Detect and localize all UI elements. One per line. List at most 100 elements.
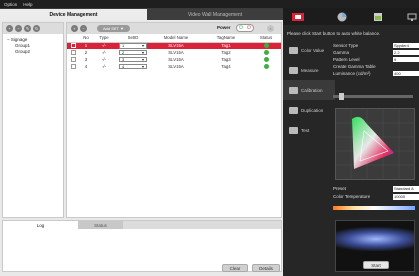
row-checkbox[interactable] <box>70 57 76 63</box>
add-set-button[interactable]: Add SET ▼ <box>97 25 130 32</box>
row-checkbox[interactable] <box>70 50 76 56</box>
sensor-type-select[interactable]: Spyder4 <box>393 42 419 49</box>
row-checkbox[interactable] <box>70 64 76 70</box>
calibration-panel: Please click Start button to auto white … <box>283 8 419 276</box>
col-model-name[interactable]: Model Name <box>151 34 201 43</box>
row-no: 2 <box>84 50 88 55</box>
tree-toolbar: + − ✎ ↻ <box>3 23 63 34</box>
field-sensor-type: Sensor Type Spyder4 <box>333 42 419 49</box>
device-list-pane: + − Add SET ▼ Power ⏻ ⏻ × No Type SetID … <box>66 22 282 218</box>
tab-document-icon[interactable] <box>369 11 387 22</box>
col-setid[interactable]: SetID <box>115 34 151 43</box>
chevron-down-icon: ▾ <box>141 64 144 69</box>
calibration-fields: Sensor Type Spyder4 Gamma 2.2 Pattern Leve… <box>333 42 419 77</box>
details-button[interactable]: Details <box>252 264 280 272</box>
tree-item-group2[interactable]: Group2 <box>7 49 59 55</box>
row-no: 4 <box>84 64 88 69</box>
refresh-group-icon[interactable]: ↻ <box>33 25 40 32</box>
col-status[interactable]: Status <box>251 34 281 43</box>
col-no[interactable]: No <box>79 34 93 43</box>
row-tag: Tag4 <box>221 64 231 69</box>
eyedropper-icon <box>289 46 298 54</box>
col-tagname[interactable]: TagName <box>201 34 251 43</box>
tab-red-square-icon[interactable] <box>289 11 307 22</box>
preset-row: Preset Standard A <box>333 186 419 192</box>
chevron-down-icon: ▾ <box>141 43 144 49</box>
add-device-icon[interactable]: + <box>71 25 78 32</box>
row-type: -/- <box>101 50 107 55</box>
col-select <box>67 34 79 43</box>
menu-help[interactable]: Help <box>23 2 32 7</box>
log-tabs: Log Status <box>3 221 281 229</box>
table-row[interactable]: 3 -/- 3 ▾ SLV15A Tag3 <box>67 56 281 63</box>
color-temperature-slider[interactable] <box>333 206 415 210</box>
luminance-input[interactable]: 400 <box>393 70 419 77</box>
image-icon <box>289 66 298 74</box>
group-tree: − Signage Group1 Group2 <box>3 34 63 58</box>
remove-group-icon[interactable]: − <box>15 25 22 32</box>
chevron-down-icon: ▾ <box>141 50 144 55</box>
row-model: SLV15A <box>168 50 184 55</box>
start-button[interactable]: Start <box>363 261 389 269</box>
pattern-level-input[interactable]: 9 <box>393 56 419 63</box>
tab-video-wall-management[interactable]: Video Wall Management <box>147 9 283 20</box>
gamma-input[interactable]: 2.2 <box>393 49 419 56</box>
chevron-down-icon: ▾ <box>141 57 144 62</box>
setid-select[interactable]: 1 ▾ <box>119 43 147 49</box>
nav-test[interactable]: Test <box>283 120 335 140</box>
power-off-icon[interactable]: ⏻ <box>247 25 251 31</box>
power-toggle[interactable]: ⏻ ⏻ <box>236 24 254 32</box>
setid-select[interactable]: 2 ▾ <box>119 49 147 56</box>
row-checkbox[interactable] <box>70 43 76 49</box>
table-row[interactable]: 2 -/- 2 ▾ SLV15A Tag2 <box>67 49 281 56</box>
row-tag: Tag2 <box>221 50 231 55</box>
preset-select[interactable]: Standard A <box>393 186 419 192</box>
col-type[interactable]: Type <box>93 34 115 43</box>
setid-select[interactable]: 3 ▾ <box>119 56 147 63</box>
edit-group-icon[interactable]: ✎ <box>24 25 31 32</box>
tab-status[interactable]: Status <box>78 221 123 229</box>
add-group-icon[interactable]: + <box>6 25 13 32</box>
nav-color-value[interactable]: Color Value <box>283 40 335 60</box>
row-model: SLV15A <box>151 42 201 49</box>
row-no: 1 <box>79 42 93 49</box>
tab-monitor-icon[interactable] <box>403 11 419 22</box>
status-ok-icon <box>263 49 269 55</box>
remove-device-icon[interactable]: − <box>80 25 87 32</box>
power-on-icon[interactable]: ⏻ <box>239 25 243 31</box>
table-row[interactable]: 4 -/- 4 ▾ SLV15A Tag4 <box>67 63 281 70</box>
nav-measure[interactable]: Measure <box>283 60 335 80</box>
slider-handle[interactable] <box>339 93 344 100</box>
field-create-gamma-table: Create Gamma Table <box>333 64 376 69</box>
device-toolbar: + − Add SET ▼ Power ⏻ ⏻ × <box>67 23 281 34</box>
device-table: No Type SetID Model Name TagName Status … <box>67 34 281 70</box>
color-temperature-input[interactable]: 10000 <box>393 194 419 200</box>
table-row[interactable]: 1 -/- 1 ▾ SLV15A Tag1 <box>67 42 281 49</box>
clear-button[interactable]: Clear <box>222 264 248 272</box>
status-ok-icon <box>263 42 269 48</box>
status-ok-icon <box>263 63 269 69</box>
menu-option[interactable]: Option <box>4 2 17 7</box>
row-type: -/- <box>93 42 115 49</box>
row-tag: Tag3 <box>221 57 231 62</box>
row-tag: Tag1 <box>201 42 251 49</box>
preview-glow <box>336 227 414 251</box>
setid-select[interactable]: 4 ▾ <box>119 63 147 70</box>
tab-color-wheel-icon[interactable] <box>333 11 351 22</box>
tab-device-management[interactable]: Device Management <box>0 9 147 20</box>
group-tree-pane: + − ✎ ↻ − Signage Group1 Group2 <box>2 22 64 218</box>
calibration-icon <box>289 86 298 94</box>
close-circle-icon[interactable]: × <box>267 25 274 32</box>
test-icon <box>289 126 298 134</box>
row-model: SLV15A <box>168 64 184 69</box>
device-management-window: Device Management Video Wall Management … <box>0 8 283 276</box>
luminance-slider[interactable] <box>333 93 413 100</box>
row-no: 3 <box>84 57 88 62</box>
row-model: SLV15A <box>168 57 184 62</box>
tab-log[interactable]: Log <box>3 221 78 229</box>
status-ok-icon <box>263 56 269 62</box>
power-label: Power <box>217 25 231 30</box>
duplicate-icon <box>289 106 298 114</box>
nav-calibration[interactable]: Calibration <box>283 80 335 100</box>
nav-duplication[interactable]: Duplication <box>283 100 335 120</box>
